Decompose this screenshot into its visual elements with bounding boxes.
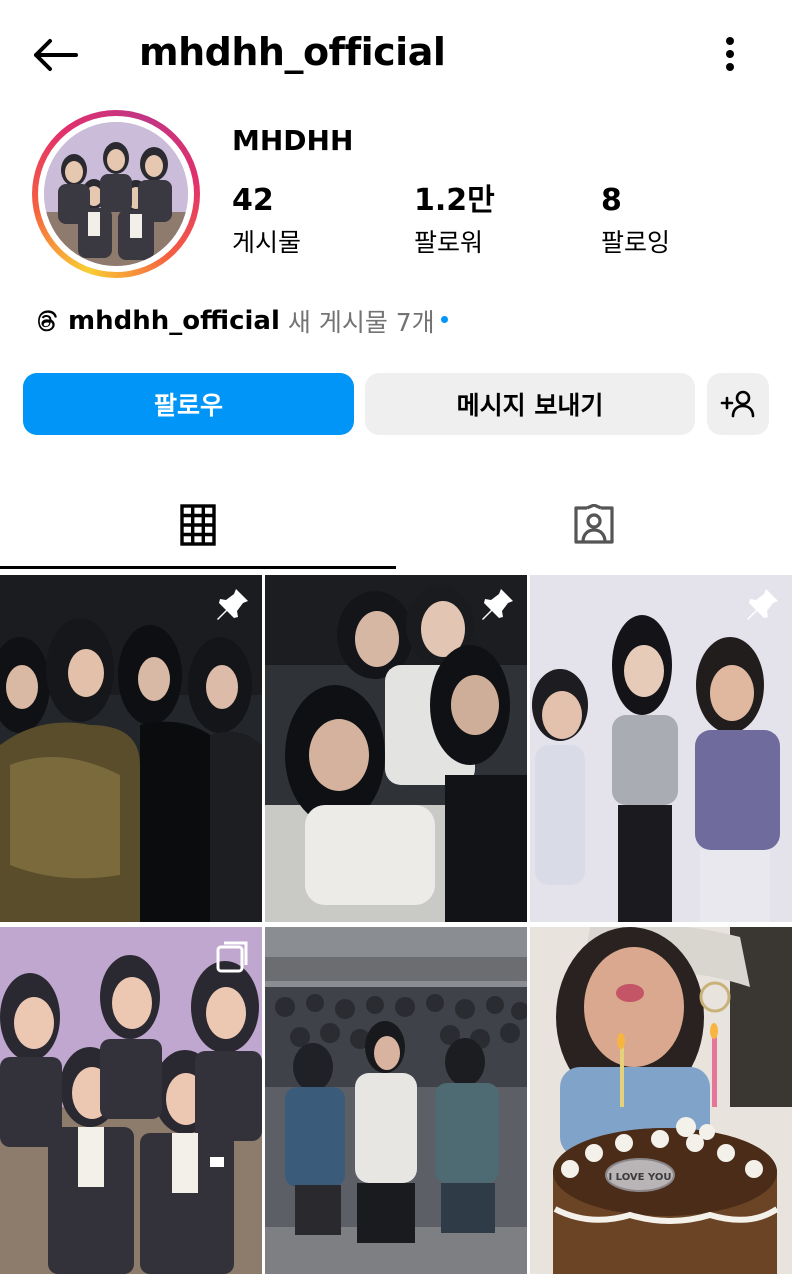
stat-label: 팔로잉: [601, 228, 671, 257]
unread-dot: [440, 315, 448, 323]
stat-label: 게시물: [232, 228, 302, 257]
arrow-left-icon: [34, 39, 78, 71]
grid-icon: [180, 504, 216, 546]
threads-icon: [38, 310, 57, 332]
back-button[interactable]: [30, 32, 80, 78]
more-options-button[interactable]: [712, 34, 748, 74]
post-thumbnail[interactable]: [265, 575, 527, 922]
stat-value: 42: [232, 183, 274, 218]
pin-icon: [217, 589, 248, 620]
active-tab-indicator: [0, 566, 396, 569]
page-title: mhdhh_official: [139, 30, 446, 74]
avatar: [44, 122, 188, 266]
add-person-icon: [720, 390, 755, 418]
tab-tagged[interactable]: [396, 480, 792, 570]
following-count[interactable]: 8 팔로잉: [601, 182, 670, 262]
profile-header: mhdhh_official: [0, 0, 792, 108]
pin-icon: [747, 589, 778, 620]
stat-value: 1.2만: [414, 183, 495, 218]
more-vertical-icon: [726, 37, 734, 71]
post-grid: I LOVE YOU: [0, 575, 792, 1280]
story-ring[interactable]: [32, 110, 200, 278]
follow-button[interactable]: 팔로우: [23, 373, 354, 435]
post-thumbnail[interactable]: [530, 575, 792, 922]
post-thumbnail[interactable]: [265, 927, 527, 1274]
stat-value: 8: [601, 183, 622, 218]
threads-handle: mhdhh_official: [68, 306, 280, 336]
posts-count: 42 게시물: [232, 182, 301, 262]
threads-new-posts: 새 게시물 7개: [287, 308, 435, 337]
followers-count[interactable]: 1.2만 팔로워: [414, 182, 495, 262]
suggested-accounts-button[interactable]: [707, 373, 769, 435]
stat-label: 팔로워: [414, 228, 484, 257]
post-thumbnail[interactable]: [0, 927, 262, 1274]
message-button[interactable]: 메시지 보내기: [365, 373, 695, 435]
profile-tabs: [0, 480, 792, 572]
threads-badge[interactable]: mhdhh_official 새 게시물 7개: [32, 302, 448, 340]
display-name: MHDHH: [232, 124, 354, 157]
tagged-person-icon: [574, 504, 614, 544]
carousel-icon: [216, 941, 248, 973]
post-thumbnail[interactable]: [0, 575, 262, 922]
pin-icon: [482, 589, 513, 620]
post-thumbnail[interactable]: I LOVE YOU: [530, 927, 792, 1274]
tab-grid[interactable]: [0, 480, 396, 570]
cake-plaque-text: I LOVE YOU: [608, 1172, 671, 1183]
